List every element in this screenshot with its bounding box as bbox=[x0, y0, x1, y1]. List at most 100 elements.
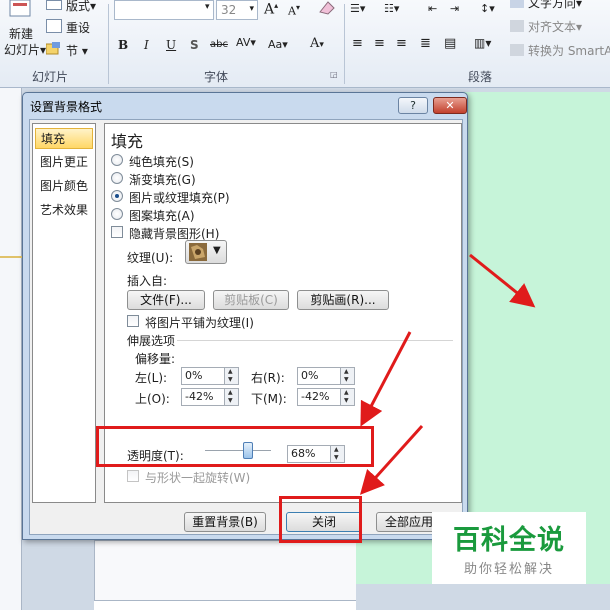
file-button[interactable]: 文件(F)... bbox=[127, 290, 205, 310]
nav-item-artistic-effects[interactable]: 艺术效果 bbox=[35, 200, 93, 221]
radio-solid-fill[interactable] bbox=[111, 154, 123, 166]
align-text-icon bbox=[510, 20, 524, 32]
align-left-icon[interactable]: ≡ bbox=[352, 36, 363, 51]
decrease-indent-icon[interactable]: ⇤ bbox=[428, 2, 437, 15]
new-slide-button[interactable]: 新建 幻灯片▾ bbox=[4, 26, 46, 58]
watermark-subtitle: 助你轻松解决 bbox=[463, 562, 554, 577]
slides-pane[interactable] bbox=[0, 88, 22, 610]
group-label-slides: 幻灯片 bbox=[32, 70, 69, 84]
hide-bg-graphics-checkbox[interactable] bbox=[111, 226, 123, 238]
nav-item-fill[interactable]: 填充 bbox=[35, 128, 93, 149]
offset-left-label: 左(L): bbox=[135, 371, 168, 385]
offset-right-spinner[interactable]: 0% ▲ ▼ bbox=[297, 367, 355, 385]
dialog-title-bar[interactable]: 设置背景格式 ? ✕ bbox=[23, 93, 467, 117]
justify-icon[interactable]: ≣ bbox=[420, 36, 431, 51]
notes-pane-bottom bbox=[94, 600, 356, 610]
texture-swatch-icon bbox=[189, 243, 207, 261]
group-label-font: 字体 bbox=[204, 70, 229, 84]
numbering-icon[interactable]: ☷▾ bbox=[384, 2, 399, 15]
tile-picture-label[interactable]: 将图片平铺为纹理(I) bbox=[145, 314, 254, 331]
close-button-highlight-box bbox=[279, 496, 362, 543]
convert-smartart-icon bbox=[510, 44, 524, 56]
pane-divider bbox=[0, 256, 22, 258]
stretch-options-label: 伸展选项 bbox=[127, 334, 176, 348]
rotate-with-shape-checkbox[interactable] bbox=[127, 470, 139, 482]
align-text-button[interactable]: 对齐文本▾ bbox=[528, 18, 582, 35]
chevron-down-icon: ▼ bbox=[213, 245, 221, 256]
radio-gradient-fill-label[interactable]: 渐变填充(G) bbox=[129, 171, 196, 188]
category-list: 填充 图片更正 图片颜色 艺术效果 bbox=[32, 123, 96, 503]
radio-picture-fill[interactable] bbox=[111, 190, 123, 202]
rotate-with-shape-label[interactable]: 与形状一起旋转(W) bbox=[145, 469, 250, 486]
font-name-dropdown-icon[interactable]: ▾ bbox=[205, 2, 210, 12]
layout-button[interactable]: 版式▾ bbox=[66, 0, 96, 14]
font-size-box[interactable]: 32 ▾ bbox=[216, 0, 258, 20]
offset-bottom-label: 下(M): bbox=[251, 392, 287, 406]
transparency-highlight-box bbox=[96, 426, 374, 467]
nav-item-picture-color[interactable]: 图片颜色 bbox=[35, 176, 93, 197]
italic-icon[interactable]: I bbox=[144, 38, 149, 52]
font-size-dropdown-icon: ▾ bbox=[249, 4, 254, 14]
offset-left-spinner[interactable]: 0% ▲ ▼ bbox=[181, 367, 239, 385]
close-window-button[interactable]: ✕ bbox=[433, 97, 467, 114]
watermark-logo: 百科全说 助你轻松解决 bbox=[432, 512, 586, 584]
text-direction-button[interactable]: 文字方向▾ bbox=[528, 0, 582, 11]
spinner-arrows-icon[interactable]: ▲ ▼ bbox=[224, 368, 238, 384]
radio-gradient-fill[interactable] bbox=[111, 172, 123, 184]
spinner-arrows-icon[interactable]: ▲ ▼ bbox=[224, 389, 238, 405]
spinner-arrows-icon[interactable]: ▲ ▼ bbox=[340, 389, 354, 405]
radio-pattern-fill-label[interactable]: 图案填充(A) bbox=[129, 207, 195, 224]
reset-background-button[interactable]: 重置背景(B) bbox=[184, 512, 266, 532]
texture-label: 纹理(U): bbox=[127, 251, 174, 265]
shadow-icon[interactable]: S bbox=[190, 38, 199, 52]
tile-picture-checkbox[interactable] bbox=[127, 315, 139, 327]
texture-picker[interactable]: ▼ bbox=[185, 240, 227, 264]
reset-icon bbox=[46, 19, 62, 33]
bold-icon[interactable]: B bbox=[118, 38, 128, 52]
section-icon bbox=[45, 42, 62, 56]
offset-bottom-spinner[interactable]: -42% ▲ ▼ bbox=[297, 388, 355, 406]
grow-font-icon[interactable]: A▴ bbox=[264, 1, 278, 18]
offset-right-label: 右(R): bbox=[251, 371, 285, 385]
align-center-icon[interactable]: ≡ bbox=[374, 36, 385, 51]
font-color-icon[interactable]: A▾ bbox=[310, 36, 324, 51]
increase-indent-icon[interactable]: ⇥ bbox=[450, 2, 459, 15]
shrink-font-icon[interactable]: A▾ bbox=[288, 3, 300, 18]
close-icon: ✕ bbox=[445, 99, 455, 112]
radio-pattern-fill[interactable] bbox=[111, 208, 123, 220]
nav-item-picture-corrections[interactable]: 图片更正 bbox=[35, 152, 93, 173]
font-dialog-launcher-icon[interactable]: ◲ bbox=[330, 70, 338, 79]
clipboard-button[interactable]: 剪贴板(C) bbox=[213, 290, 289, 310]
offset-top-spinner[interactable]: -42% ▲ ▼ bbox=[181, 388, 239, 406]
radio-picture-fill-label[interactable]: 图片或纹理填充(P) bbox=[129, 189, 230, 206]
offset-top-label: 上(O): bbox=[135, 392, 170, 406]
stretch-options-divider bbox=[177, 340, 453, 341]
new-slide-icon[interactable] bbox=[8, 0, 32, 22]
font-name-box[interactable] bbox=[114, 0, 214, 20]
line-spacing-icon[interactable]: ↕▾ bbox=[480, 2, 495, 15]
section-title: 填充 bbox=[111, 132, 144, 151]
clipart-button[interactable]: 剪贴画(R)... bbox=[297, 290, 389, 310]
layout-icon bbox=[46, 0, 62, 10]
align-right-icon[interactable]: ≡ bbox=[396, 36, 407, 51]
group-separator bbox=[108, 4, 109, 84]
strikethrough-icon[interactable]: abc bbox=[210, 39, 228, 50]
underline-icon[interactable]: U bbox=[166, 38, 176, 52]
dialog-title: 设置背景格式 bbox=[30, 100, 103, 114]
char-spacing-icon[interactable]: AV▾ bbox=[236, 36, 256, 49]
spinner-arrows-icon[interactable]: ▲ ▼ bbox=[340, 368, 354, 384]
convert-smartart-button[interactable]: 转换为 SmartA bbox=[528, 42, 610, 59]
change-case-icon[interactable]: Aa▾ bbox=[268, 38, 288, 51]
bullets-icon[interactable]: ☰▾ bbox=[350, 2, 365, 15]
help-icon: ? bbox=[410, 99, 416, 112]
new-slide-label: 新建 幻灯片▾ bbox=[4, 27, 47, 57]
distributed-icon[interactable]: ▤ bbox=[444, 36, 456, 51]
section-button[interactable]: 节 ▾ bbox=[66, 42, 88, 59]
group-separator bbox=[344, 4, 345, 84]
radio-solid-fill-label[interactable]: 纯色填充(S) bbox=[129, 153, 194, 170]
text-direction-icon bbox=[510, 0, 524, 8]
reset-button[interactable]: 重设 bbox=[66, 19, 90, 36]
columns-icon[interactable]: ▥▾ bbox=[474, 36, 491, 50]
help-button[interactable]: ? bbox=[398, 97, 428, 114]
clear-format-icon[interactable] bbox=[318, 0, 336, 16]
